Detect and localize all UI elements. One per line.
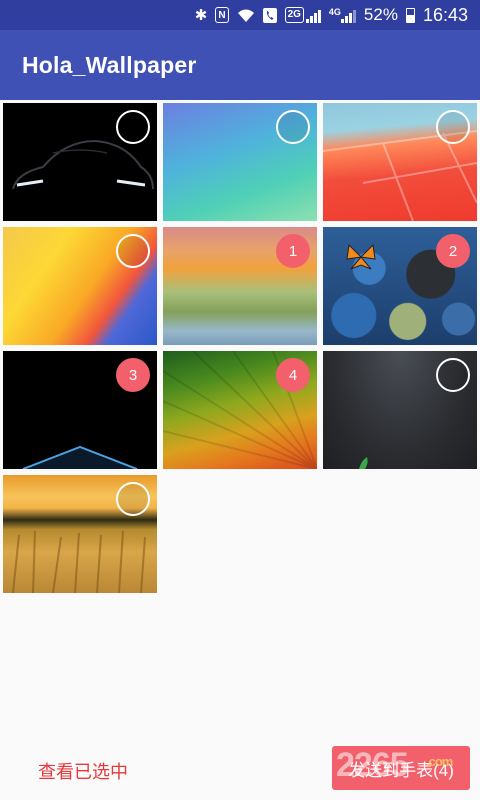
wallpaper-tile[interactable] (163, 103, 317, 221)
status-bar: ✱ N 2G 4G 52% 16:43 (0, 0, 480, 30)
signal-4g-icon: 4G (328, 6, 356, 23)
battery-icon (405, 7, 415, 23)
wallpaper-tile[interactable] (323, 103, 477, 221)
select-indicator[interactable] (436, 110, 470, 144)
wifi-icon (237, 8, 255, 23)
wallpaper-tile[interactable]: 4 (163, 351, 317, 469)
battery-percent: 52% (363, 5, 398, 24)
select-indicator[interactable] (116, 482, 150, 516)
select-indicator[interactable]: 3 (116, 358, 150, 392)
call-icon (262, 7, 277, 23)
wallpaper-tile[interactable]: 3 (3, 351, 157, 469)
wallpaper-tile[interactable] (3, 475, 157, 593)
wallpaper-tile[interactable]: 1 (163, 227, 317, 345)
network-type-2g: 2G (284, 7, 304, 23)
app-title: Hola_Wallpaper (22, 51, 197, 78)
select-indicator[interactable] (276, 110, 310, 144)
select-indicator[interactable] (116, 110, 150, 144)
select-indicator[interactable]: 4 (276, 358, 310, 392)
nfc-icon: N (215, 7, 229, 23)
wallpaper-tile[interactable] (3, 227, 157, 345)
app-bar: Hola_Wallpaper (0, 30, 480, 100)
select-indicator[interactable] (116, 234, 150, 268)
view-selected-button[interactable]: 查看已选中 (38, 758, 128, 784)
status-time: 16:43 (422, 4, 468, 25)
select-indicator[interactable] (436, 358, 470, 392)
select-indicator[interactable]: 1 (276, 234, 310, 268)
signal-2g-icon: 2G (284, 7, 321, 23)
bottom-bar: 查看已选中 发送到手表(4) (0, 736, 480, 800)
send-to-watch-button[interactable]: 发送到手表(4) (332, 746, 470, 790)
bluetooth-icon: ✱ (194, 6, 208, 24)
network-type-4g: 4G (328, 6, 341, 17)
wallpaper-tile[interactable] (323, 351, 477, 469)
wallpaper-tile[interactable]: 2 (323, 227, 477, 345)
select-indicator[interactable]: 2 (436, 234, 470, 268)
wallpaper-tile[interactable] (3, 103, 157, 221)
